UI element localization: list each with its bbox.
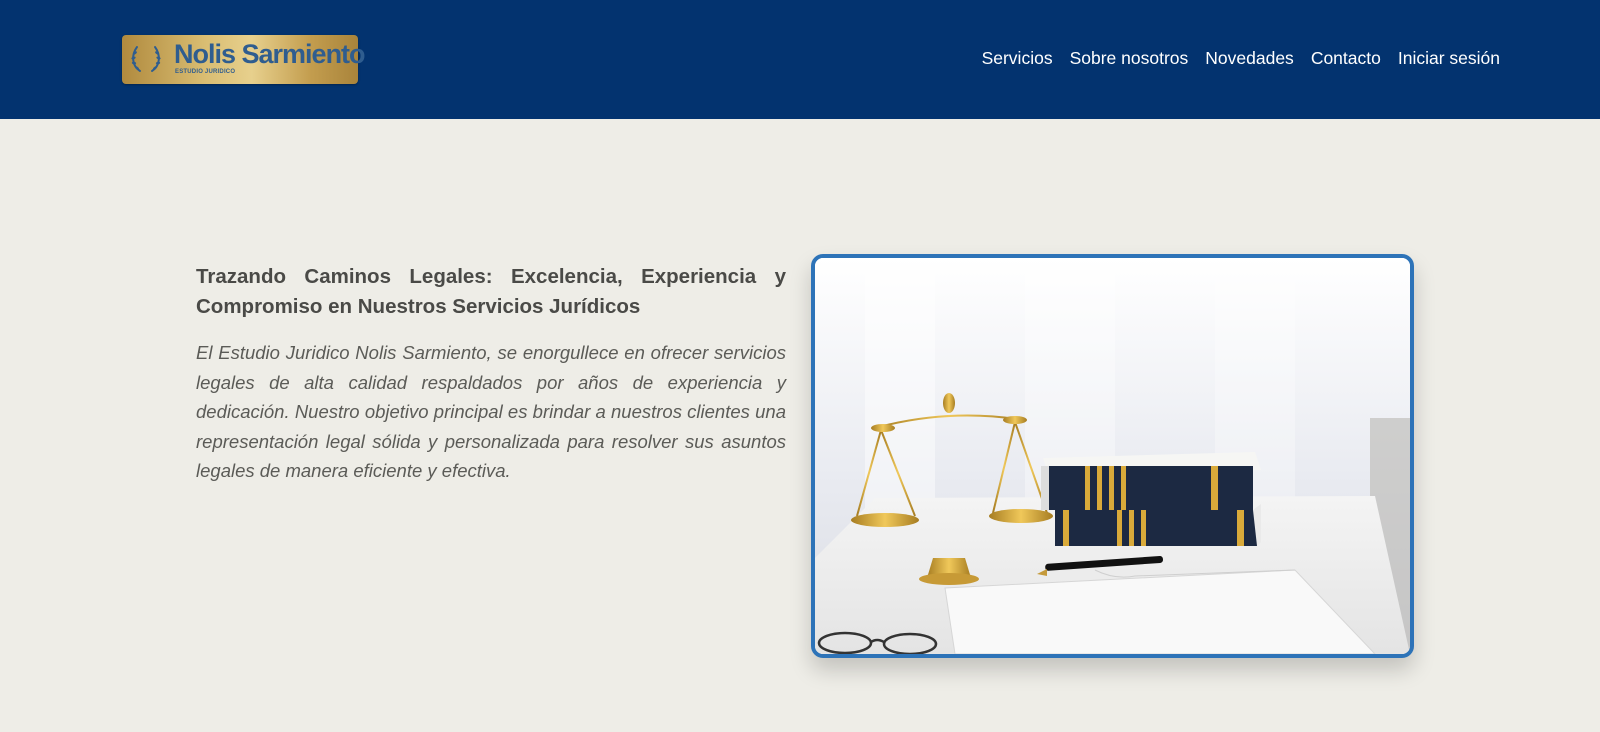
- nav-servicios[interactable]: Servicios: [982, 48, 1053, 69]
- hero-image: [811, 254, 1414, 658]
- nav-contacto[interactable]: Contacto: [1311, 48, 1381, 69]
- logo-name: Nolis Sarmiento: [174, 39, 366, 69]
- nav-novedades[interactable]: Novedades: [1205, 48, 1294, 69]
- logo-subtitle: ESTUDIO JURIDICO: [175, 69, 236, 75]
- nav-iniciar-sesion[interactable]: Iniciar sesión: [1398, 48, 1500, 69]
- hero-title: Trazando Caminos Legales: Excelencia, Ex…: [196, 265, 786, 318]
- hero-description: El Estudio Juridico Nolis Sarmiento, se …: [196, 342, 786, 481]
- laurel-wreath-icon: [131, 46, 161, 72]
- site-header: Nolis Sarmiento ESTUDIO JURIDICO Servici…: [0, 0, 1600, 119]
- hero-text: Trazando Caminos Legales: Excelencia, Ex…: [196, 262, 786, 486]
- scales-and-books-illustration: [815, 258, 1410, 654]
- logo[interactable]: Nolis Sarmiento ESTUDIO JURIDICO: [122, 35, 366, 84]
- nav-sobre-nosotros[interactable]: Sobre nosotros: [1070, 48, 1189, 69]
- main-nav: Servicios Sobre nosotros Novedades Conta…: [982, 48, 1500, 69]
